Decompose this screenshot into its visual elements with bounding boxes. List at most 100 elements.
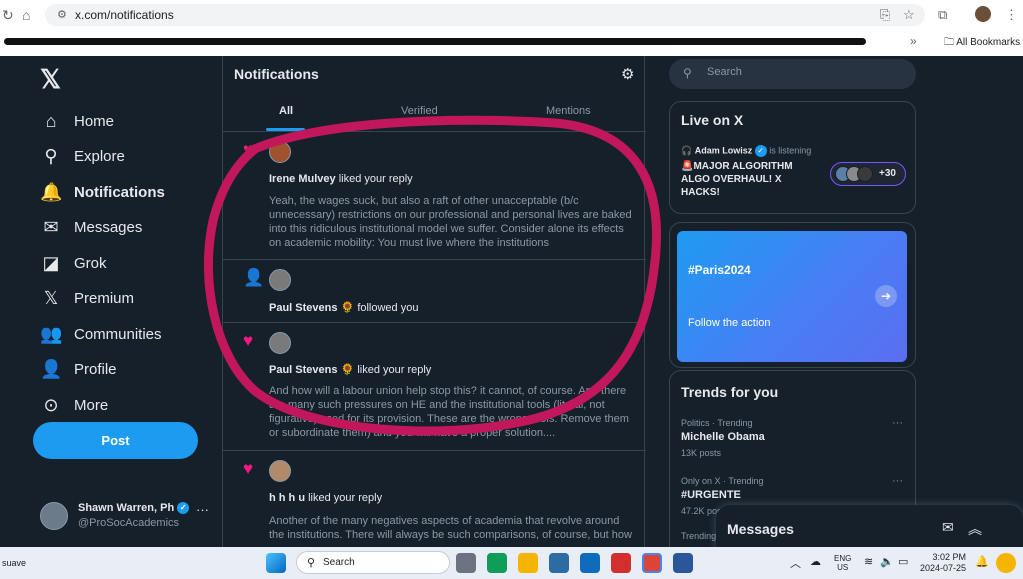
sidebar-item-label: Premium xyxy=(74,289,135,307)
sidebar-item-premium[interactable]: 𝕏 Premium xyxy=(40,283,134,313)
tab-verified[interactable]: Verified xyxy=(401,105,438,117)
trends-title: Trends for you xyxy=(681,384,779,400)
listener-count: +30 xyxy=(879,168,896,179)
space-listeners-pill[interactable]: +30 xyxy=(830,162,906,186)
notification-item[interactable]: ♥ h h h u liked your reply Another of th… xyxy=(223,451,646,547)
mail-icon: ✉ xyxy=(43,216,59,237)
store-icon[interactable] xyxy=(549,553,569,573)
tab-all[interactable]: All xyxy=(279,105,293,117)
trend-meta: Only on X · Trending xyxy=(681,476,764,486)
account-switcher[interactable]: Shawn Warren, Ph ✓ @ProSocAcademics ··· xyxy=(40,500,215,536)
sidebar-item-notifications[interactable]: 🔔 Notifications xyxy=(40,177,165,207)
notification-item[interactable]: 👤 Paul Stevens 🌻 followed you xyxy=(223,260,646,323)
space-host[interactable]: 🎧 Adam Lowisz ✓ is listening xyxy=(681,145,811,157)
task-view-icon[interactable] xyxy=(456,553,476,573)
bookmark-star-icon[interactable]: ☆ xyxy=(903,7,915,23)
wifi-icon[interactable]: ≋ xyxy=(864,555,873,568)
more-dots-icon[interactable]: ··· xyxy=(196,502,209,517)
x-logo-icon[interactable]: 𝕏 xyxy=(40,64,61,95)
sidebar-item-grok[interactable]: ◪ Grok xyxy=(40,248,107,278)
avatar[interactable] xyxy=(269,460,291,482)
home-browser-icon[interactable]: ⌂ xyxy=(22,7,30,23)
space-title[interactable]: 🚨MAJOR ALGORITHM ALGO OVERHAUL! X HACKS! xyxy=(681,160,811,199)
site-info-icon[interactable]: ⚙ xyxy=(57,8,67,21)
settings-gear-icon[interactable]: ⚙ xyxy=(621,65,634,83)
post-button[interactable]: Post xyxy=(33,422,198,459)
app-icon[interactable] xyxy=(611,553,631,573)
actor-name[interactable]: Paul Stevens xyxy=(269,302,337,314)
tray-chevron-icon[interactable]: ︿ xyxy=(790,555,801,571)
volume-icon[interactable]: 🔈 xyxy=(880,555,894,568)
profile-name-row: Shawn Warren, Ph ✓ xyxy=(78,502,190,515)
search-box[interactable]: ⚲ xyxy=(669,59,916,89)
trend-item[interactable]: Trending xyxy=(681,531,716,541)
trend-item[interactable]: Politics · Trending Michelle Obama 13K p… xyxy=(681,418,765,458)
notification-item[interactable]: ♥ Irene Mulvey liked your reply Yeah, th… xyxy=(223,133,646,260)
actor-name[interactable]: Irene Mulvey xyxy=(269,173,336,185)
notification-tabs: All Verified Mentions xyxy=(223,96,646,132)
active-tab-indicator xyxy=(266,128,305,131)
taskbar-search-label: Search xyxy=(323,557,355,568)
profile-handle: @ProSocAcademics xyxy=(78,517,180,529)
notifications-column: Notifications ⚙ All Verified Mentions ♥ … xyxy=(222,56,646,547)
browser-menu-icon[interactable]: ⋮ xyxy=(1005,7,1018,23)
windows-start-icon[interactable] xyxy=(266,553,286,573)
search-input[interactable] xyxy=(707,66,897,78)
new-message-icon[interactable]: ✉ xyxy=(942,519,954,536)
sidebar-item-home[interactable]: ⌂ Home xyxy=(40,106,114,136)
sidebar-item-messages[interactable]: ✉ Messages xyxy=(40,212,142,242)
avatar[interactable] xyxy=(269,141,291,163)
chevron-up-icon[interactable]: ︽ xyxy=(968,519,982,539)
avatar[interactable] xyxy=(269,269,291,291)
sidebar-item-profile[interactable]: 👤 Profile xyxy=(40,354,117,384)
action-text: followed you xyxy=(357,302,419,314)
trend-more-icon[interactable]: ··· xyxy=(892,417,903,429)
bookmarks-overflow-icon[interactable]: » xyxy=(910,34,917,48)
messages-drawer[interactable]: Messages ✉ ︽ xyxy=(716,505,1023,547)
sidebar-item-label: Profile xyxy=(74,360,117,378)
install-icon[interactable]: ⎘ xyxy=(880,7,890,23)
tab-mentions[interactable]: Mentions xyxy=(546,105,591,117)
sidebar-item-communities[interactable]: 👥 Communities xyxy=(40,319,162,349)
chrome-icon[interactable] xyxy=(642,553,662,573)
notification-item[interactable]: ♥ Paul Stevens 🌻 liked your reply And ho… xyxy=(223,323,646,451)
bookmarks-bar: » 🗀 All Bookmarks xyxy=(0,30,1023,54)
promo-hashtag: #Paris2024 xyxy=(688,263,751,277)
actor-name[interactable]: h h h u xyxy=(269,492,305,504)
actor-name[interactable]: Paul Stevens xyxy=(269,364,337,376)
trend-posts: 13K posts xyxy=(681,448,722,458)
all-bookmarks-link[interactable]: 🗀 All Bookmarks xyxy=(944,35,1020,52)
browser-profile-avatar[interactable] xyxy=(975,6,991,22)
extensions-icon[interactable]: ⧉ xyxy=(938,7,947,23)
battery-icon[interactable]: ▭ xyxy=(898,555,908,568)
address-bar[interactable]: ⚙ x.com/notifications ⎘ ☆ xyxy=(45,4,925,26)
taskbar-left-text: suave xyxy=(2,558,27,568)
reload-icon[interactable]: ↻ xyxy=(2,7,14,24)
outlook-icon[interactable] xyxy=(580,553,600,573)
sidebar-item-more[interactable]: ⊙ More xyxy=(40,390,108,420)
profile-name: Shawn Warren, Ph xyxy=(78,502,175,514)
sidebar-item-label: Grok xyxy=(74,254,107,272)
search-icon: ⚲ xyxy=(307,557,316,569)
messages-drawer-title: Messages xyxy=(727,521,794,537)
taskbar-search[interactable]: ⚲ Search xyxy=(296,551,450,574)
heart-icon: ♥ xyxy=(243,331,254,350)
clock[interactable]: 3:02 PM 2024-07-25 xyxy=(920,552,966,574)
word-icon[interactable] xyxy=(673,553,693,573)
avatar[interactable] xyxy=(269,332,291,354)
language-indicator[interactable]: ENG US xyxy=(834,554,851,572)
sidebar-item-explore[interactable]: ⚲ Explore xyxy=(40,141,124,171)
cloud-icon[interactable]: ☁ xyxy=(810,555,821,568)
communities-icon: 👥 xyxy=(40,323,63,344)
arrow-right-icon[interactable]: ➔ xyxy=(875,285,897,307)
notification-bell-icon[interactable]: 🔔 xyxy=(975,555,989,568)
edge-icon[interactable] xyxy=(487,553,507,573)
trend-more-icon[interactable]: ··· xyxy=(892,475,903,487)
paris-promo-card[interactable]: #Paris2024 ➔ Follow the action xyxy=(677,231,907,362)
url-text[interactable]: x.com/notifications xyxy=(75,8,174,22)
copilot-icon[interactable] xyxy=(996,553,1016,573)
search-icon: ⚲ xyxy=(683,66,692,80)
more-circle-icon: ⊙ xyxy=(43,394,59,415)
all-bookmarks-label: All Bookmarks xyxy=(956,37,1021,48)
file-explorer-icon[interactable] xyxy=(518,553,538,573)
